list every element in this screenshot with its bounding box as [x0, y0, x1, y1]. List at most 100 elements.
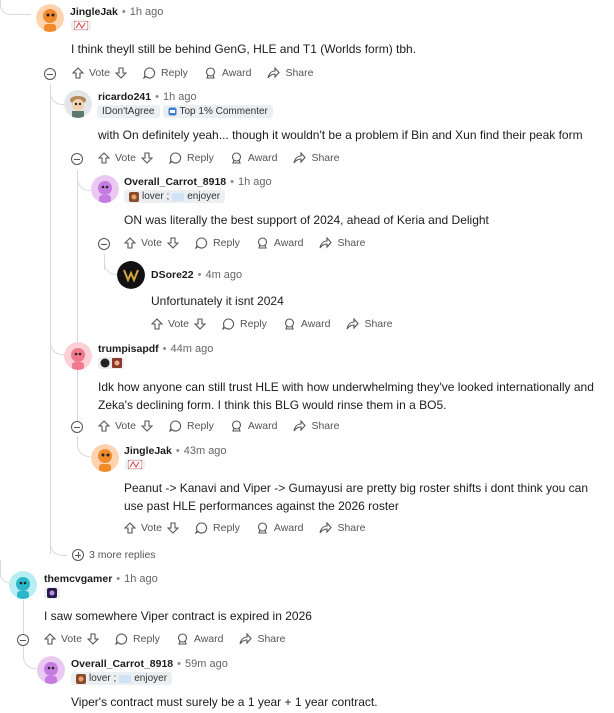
thread-connector	[77, 170, 90, 191]
vote-control[interactable]: Vote	[98, 420, 154, 432]
comment-body: Unfortunately it isnt 2024	[151, 294, 284, 308]
flair-emblem-icon	[125, 459, 145, 470]
upvote-icon[interactable]	[124, 237, 136, 249]
share-button[interactable]: Share	[319, 237, 366, 249]
comment-bubble-icon	[222, 318, 235, 330]
downvote-icon[interactable]	[141, 152, 154, 164]
reply-button[interactable]: Reply	[115, 633, 160, 645]
award-button[interactable]: Award	[230, 152, 277, 164]
collapse-thread-button[interactable]	[17, 634, 29, 646]
share-button[interactable]: Share	[293, 420, 340, 432]
reply-button[interactable]: Reply	[195, 237, 240, 249]
timestamp[interactable]: 59m ago	[185, 658, 228, 670]
username[interactable]: JingleJak	[124, 445, 172, 457]
upvote-icon[interactable]	[151, 318, 163, 330]
reply-button[interactable]: Reply	[222, 318, 267, 330]
avatar[interactable]	[9, 571, 37, 599]
vote-control[interactable]: Vote	[98, 152, 154, 164]
share-button[interactable]: Share	[267, 67, 314, 79]
avatar[interactable]	[91, 175, 119, 203]
username[interactable]: trumpisapdf	[98, 343, 159, 355]
collapse-thread-button[interactable]	[44, 68, 56, 80]
username[interactable]: JingleJak	[70, 6, 118, 18]
username[interactable]: DSore22	[151, 269, 194, 281]
award-button[interactable]: Award	[230, 420, 277, 432]
timestamp[interactable]: 44m ago	[171, 343, 214, 355]
collapse-thread-button[interactable]	[71, 421, 83, 433]
avatar[interactable]	[37, 656, 65, 684]
reply-button[interactable]: Reply	[169, 152, 214, 164]
flair-text: lover ; enjoyer	[71, 672, 173, 685]
downvote-icon[interactable]	[194, 318, 207, 330]
comment-actions: Vote Reply Award Share	[98, 152, 356, 164]
comment-meta: Overall_Carrot_8918 • 59m ago	[71, 658, 228, 670]
award-icon	[257, 522, 267, 534]
vote-control[interactable]: Vote	[44, 633, 100, 645]
avatar-image	[36, 4, 64, 32]
expand-icon	[72, 549, 84, 561]
collapse-thread-button[interactable]	[98, 238, 110, 250]
timestamp[interactable]: 4m ago	[205, 269, 242, 281]
timestamp[interactable]: 1h ago	[163, 91, 197, 103]
award-icon	[231, 420, 241, 432]
comment-bubble-icon	[169, 420, 182, 432]
avatar[interactable]	[36, 4, 64, 32]
thread-connector	[50, 538, 67, 556]
award-button[interactable]: Award	[256, 522, 303, 534]
avatar[interactable]	[117, 261, 145, 289]
share-button[interactable]: Share	[293, 152, 340, 164]
vote-control[interactable]: Vote	[72, 67, 128, 79]
avatar[interactable]	[91, 444, 119, 472]
award-icon	[205, 67, 215, 79]
downvote-icon[interactable]	[115, 67, 128, 79]
upvote-icon[interactable]	[98, 420, 110, 432]
username[interactable]: Overall_Carrot_8918	[71, 658, 173, 670]
reply-button[interactable]: Reply	[169, 420, 214, 432]
flair-emblem-icon	[98, 357, 124, 369]
timestamp[interactable]: 1h ago	[130, 6, 164, 18]
downvote-icon[interactable]	[167, 522, 180, 534]
comment-meta: DSore22 • 4m ago	[151, 269, 242, 281]
username[interactable]: themcvgamer	[44, 573, 112, 585]
separator-dot: •	[162, 343, 167, 355]
avatar-image	[37, 656, 65, 684]
more-replies-button[interactable]: 3 more replies	[72, 549, 156, 561]
comment-meta: ricardo241 • 1h ago	[98, 91, 197, 103]
reply-button[interactable]: Reply	[143, 67, 188, 79]
vote-control[interactable]: Vote	[124, 522, 180, 534]
avatar[interactable]	[64, 342, 92, 370]
share-icon	[239, 633, 253, 645]
award-button[interactable]: Award	[283, 318, 330, 330]
downvote-icon[interactable]	[87, 633, 100, 645]
avatar-image	[117, 261, 145, 289]
vote-control[interactable]: Vote	[124, 237, 180, 249]
separator-dot: •	[197, 269, 202, 281]
downvote-icon[interactable]	[167, 237, 180, 249]
vote-control[interactable]: Vote	[151, 318, 207, 330]
avatar[interactable]	[64, 90, 92, 118]
share-button[interactable]: Share	[239, 633, 286, 645]
reply-button[interactable]: Reply	[195, 522, 240, 534]
timestamp[interactable]: 1h ago	[238, 176, 272, 188]
avatar-image	[91, 444, 119, 472]
user-flair: IDon'tAgree Top 1% Commenter	[97, 105, 273, 118]
thread-connector	[50, 84, 65, 105]
thread-line	[50, 84, 51, 554]
award-button[interactable]: Award	[256, 237, 303, 249]
share-button[interactable]: Share	[346, 318, 393, 330]
upvote-icon[interactable]	[72, 67, 84, 79]
comment-body: ON was literally the best support of 202…	[124, 213, 489, 227]
upvote-icon[interactable]	[98, 152, 110, 164]
username[interactable]: Overall_Carrot_8918	[124, 176, 226, 188]
timestamp[interactable]: 1h ago	[124, 573, 158, 585]
timestamp[interactable]: 43m ago	[184, 445, 227, 457]
award-button[interactable]: Award	[204, 67, 251, 79]
upvote-icon[interactable]	[124, 522, 136, 534]
upvote-icon[interactable]	[44, 633, 56, 645]
downvote-icon[interactable]	[141, 420, 154, 432]
share-button[interactable]: Share	[319, 522, 366, 534]
award-button[interactable]: Award	[176, 633, 223, 645]
award-icon	[284, 318, 294, 330]
username[interactable]: ricardo241	[98, 91, 151, 103]
collapse-thread-button[interactable]	[71, 153, 83, 165]
